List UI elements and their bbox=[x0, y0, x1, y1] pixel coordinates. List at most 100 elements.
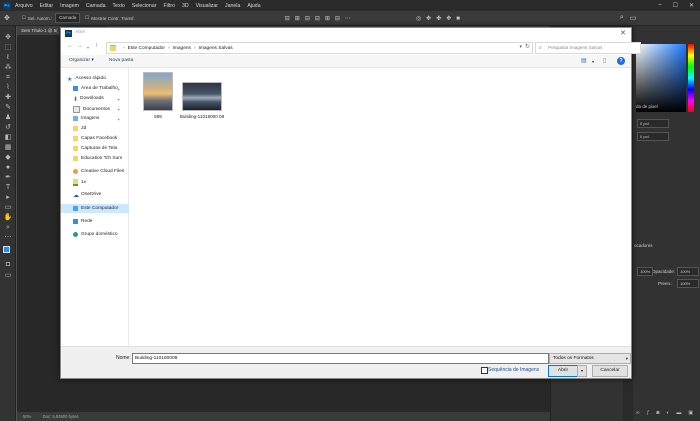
view-dropdown-icon[interactable]: ▾ bbox=[592, 59, 594, 64]
nav-onedrive[interactable]: ☁ OneDrive bbox=[73, 192, 101, 199]
new-folder-button[interactable]: Nova pasta bbox=[109, 58, 133, 63]
search-icon[interactable]: ⌕ bbox=[620, 14, 624, 22]
forward-icon[interactable]: → bbox=[77, 43, 83, 49]
auto-select-dropdown[interactable]: Camada bbox=[55, 13, 81, 23]
stamp-icon[interactable]: ♟ bbox=[3, 114, 13, 122]
color-picker-field[interactable] bbox=[636, 44, 686, 112]
history-brush-icon[interactable]: ↺ bbox=[3, 124, 13, 132]
nav-quick-access[interactable]: ★ Acesso rápido bbox=[67, 76, 106, 83]
pin-icon[interactable]: ✦ bbox=[117, 97, 120, 102]
zoom-icon[interactable]: ⌕ bbox=[3, 224, 13, 232]
crumb-computer[interactable]: Este Computador bbox=[128, 46, 165, 51]
nav-downloads[interactable]: ⬇ Downloads bbox=[73, 96, 104, 103]
file-type-select[interactable]: Todos os Formatos ▾ bbox=[549, 353, 631, 364]
address-bar[interactable]: › Este Computador › Imagens › Imagens Sa… bbox=[106, 42, 533, 54]
top-field[interactable]: 100% bbox=[637, 267, 653, 276]
blur-icon[interactable]: ◆ bbox=[3, 154, 13, 162]
link-icon[interactable]: ∞ bbox=[636, 410, 640, 416]
auto-select-checkbox[interactable]: ☐ bbox=[22, 15, 26, 21]
nav-2d[interactable]: 2d bbox=[73, 126, 86, 131]
view-mode-icon[interactable]: ▤ bbox=[581, 57, 587, 64]
quick-mask-icon[interactable]: ◘ bbox=[3, 261, 13, 269]
menu-filtro[interactable]: Filtro bbox=[163, 3, 175, 9]
pen-icon[interactable]: ✒ bbox=[3, 174, 13, 182]
foreground-color-swatch[interactable] bbox=[3, 246, 10, 253]
adjustment-icon[interactable]: ◐ bbox=[666, 410, 669, 416]
address-dropdown-icon[interactable]: ▾ bbox=[519, 44, 522, 50]
file-item-building[interactable]: Building-11016000 08 bbox=[179, 72, 225, 120]
crop-icon[interactable]: ⌗ bbox=[3, 74, 13, 82]
eyedropper-icon[interactable]: ⌇ bbox=[3, 84, 13, 92]
dodge-icon[interactable]: ● bbox=[3, 164, 13, 172]
dialog-close-icon[interactable]: ✕ bbox=[620, 29, 626, 37]
crumb-images[interactable]: Imagens bbox=[173, 46, 191, 51]
pixel-field-b[interactable]: 0 pol. bbox=[637, 132, 669, 141]
menu-ajuda[interactable]: Ajuda bbox=[247, 3, 260, 9]
nav-capturas[interactable]: Capturas de Tela bbox=[73, 146, 117, 151]
search-input[interactable]: ⌕ Pesquisar Imagens Salvas bbox=[535, 42, 641, 54]
nav-education[interactable]: Education Tch Sum bbox=[73, 156, 122, 161]
nav-homegroup[interactable]: Grupo doméstico bbox=[73, 232, 118, 237]
image-sequence-checkbox[interactable] bbox=[481, 367, 488, 374]
menu-3d[interactable]: 3D bbox=[182, 3, 189, 9]
minimize-icon[interactable]: – bbox=[658, 2, 661, 9]
path-select-icon[interactable]: ▸ bbox=[3, 194, 13, 202]
maximize-icon[interactable]: ☐ bbox=[673, 2, 678, 9]
lasso-icon[interactable]: ℓ bbox=[3, 54, 13, 62]
transform-checkbox[interactable]: ☐ bbox=[85, 15, 89, 21]
pin-icon[interactable]: ✦ bbox=[117, 117, 120, 122]
menu-selecionar[interactable]: Selecionar bbox=[132, 3, 157, 9]
hand-icon[interactable]: ✋ bbox=[3, 214, 13, 222]
menu-imagem[interactable]: Imagem bbox=[60, 3, 79, 9]
fill-field[interactable]: 100% bbox=[677, 279, 699, 288]
eraser-icon[interactable]: ◧ bbox=[3, 134, 13, 142]
nav-images[interactable]: Imagens bbox=[73, 116, 99, 121]
move-tool-icon[interactable]: ✥ bbox=[4, 14, 10, 22]
hue-slider[interactable] bbox=[688, 44, 694, 112]
menu-janela[interactable]: Janela bbox=[225, 3, 240, 9]
gradient-icon[interactable]: ▦ bbox=[3, 144, 13, 152]
back-icon[interactable]: ← bbox=[67, 43, 73, 49]
screen-mode-icon[interactable]: ▭ bbox=[3, 272, 13, 280]
nav-creative-cloud[interactable]: Creative Cloud Files bbox=[73, 169, 124, 174]
move-icon[interactable]: ✥ bbox=[3, 34, 13, 42]
open-options-dropdown[interactable]: ▾ bbox=[577, 365, 587, 377]
workspace-icon[interactable]: ▭ bbox=[630, 14, 637, 22]
nav-capas-facebook[interactable]: Capas Facebook bbox=[73, 136, 117, 141]
recent-dropdown-icon[interactable]: ▾ bbox=[87, 45, 89, 50]
close-icon[interactable]: ✕ bbox=[689, 2, 694, 9]
pixel-field-a[interactable]: 0 pol. bbox=[637, 119, 669, 128]
align-icons[interactable]: ⊟⊞⊟⊟⊞⊟⋯ bbox=[285, 15, 356, 22]
nav-documents[interactable]: Documentos bbox=[73, 106, 110, 113]
nav-desktop[interactable]: Área de Trabalho bbox=[73, 86, 118, 91]
pin-icon[interactable]: ✦ bbox=[117, 87, 120, 92]
fx-icon[interactable]: ƒ bbox=[647, 410, 650, 416]
nav-network[interactable]: Rede bbox=[73, 219, 92, 224]
shape-icon[interactable]: ▭ bbox=[3, 204, 13, 212]
file-item-589[interactable]: 589 bbox=[135, 72, 181, 120]
opacity-field[interactable]: 100% bbox=[677, 267, 699, 276]
type-icon[interactable]: T bbox=[3, 184, 13, 192]
image-sequence-label[interactable]: Sequência de Imagens bbox=[488, 367, 539, 373]
menu-camada[interactable]: Camada bbox=[86, 3, 106, 9]
organize-button[interactable]: Organizar ▾ bbox=[69, 58, 94, 63]
nav-1x[interactable]: 1x bbox=[73, 179, 86, 186]
brush-icon[interactable]: ✎ bbox=[3, 104, 13, 112]
menu-visualizar[interactable]: Visualizar bbox=[196, 3, 218, 9]
menu-editar[interactable]: Editar bbox=[40, 3, 54, 9]
cancel-button[interactable]: Cancelar bbox=[592, 365, 628, 377]
new-layer-icon[interactable]: ▣ bbox=[688, 410, 693, 416]
crumb-saved-images[interactable]: Imagens Salvas bbox=[199, 46, 233, 51]
nav-this-pc[interactable]: Este Computador bbox=[61, 204, 129, 213]
marquee-icon[interactable]: ⬚ bbox=[3, 44, 13, 52]
refresh-icon[interactable]: ↻ bbox=[525, 43, 530, 50]
magic-wand-icon[interactable]: ⁂ bbox=[3, 64, 13, 72]
group-icon[interactable]: ▬ bbox=[676, 410, 681, 416]
more-tools-icon[interactable]: ⋯ bbox=[3, 234, 13, 242]
open-button[interactable]: Abrir bbox=[548, 365, 578, 377]
healing-icon[interactable]: ✚ bbox=[3, 94, 13, 102]
filename-input[interactable]: Building-110160008 bbox=[132, 353, 549, 364]
up-icon[interactable]: ↑ bbox=[95, 43, 98, 49]
menu-texto[interactable]: Texto bbox=[113, 3, 125, 9]
pin-icon[interactable]: ✦ bbox=[117, 107, 120, 112]
